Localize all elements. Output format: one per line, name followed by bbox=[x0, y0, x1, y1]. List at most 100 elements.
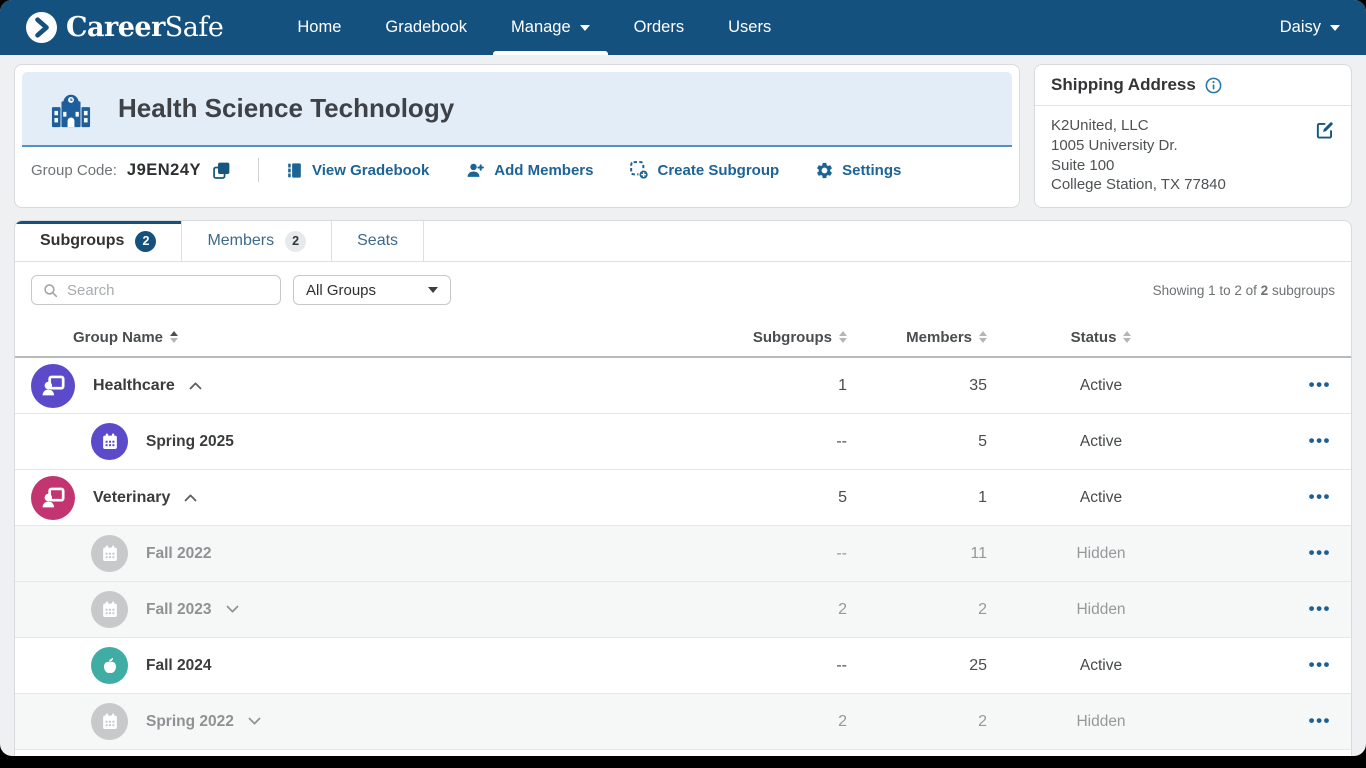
sort-icon bbox=[979, 331, 987, 344]
shipping-body: K2United, LLC 1005 University Dr. Suite … bbox=[1035, 106, 1351, 207]
caret-down-icon bbox=[1330, 25, 1340, 31]
chevron-icon[interactable] bbox=[185, 494, 198, 507]
row-actions-button[interactable]: ••• bbox=[1309, 600, 1331, 617]
search-input[interactable] bbox=[67, 282, 270, 299]
row-actions-button[interactable]: ••• bbox=[1309, 712, 1331, 729]
nav-item-gradebook[interactable]: Gradebook bbox=[363, 0, 489, 55]
tab-members[interactable]: Members 2 bbox=[182, 221, 332, 261]
group-name-cell: Fall 2023 bbox=[15, 591, 741, 628]
person-chalkboard-icon bbox=[40, 484, 67, 511]
divider bbox=[258, 158, 259, 182]
members-count-badge: 2 bbox=[285, 231, 306, 252]
cell-subgroups: 5 bbox=[838, 489, 861, 507]
nav-item-home[interactable]: Home bbox=[275, 0, 363, 55]
group-name-cell: Fall 2024 bbox=[15, 647, 741, 684]
school-building-icon bbox=[48, 89, 94, 129]
column-header-members[interactable]: Members bbox=[861, 329, 1001, 346]
cell-members: 2 bbox=[978, 713, 1001, 731]
row-type-icon bbox=[91, 535, 128, 572]
shipping-title: Shipping Address bbox=[1051, 75, 1196, 95]
subgroups-panel: Subgroups 2 Members 2 Seats bbox=[14, 220, 1352, 756]
row-actions-button[interactable]: ••• bbox=[1309, 656, 1331, 673]
create-subgroup-icon bbox=[629, 160, 649, 180]
tab-seats[interactable]: Seats bbox=[332, 221, 424, 261]
nav-item-orders[interactable]: Orders bbox=[612, 0, 706, 55]
edit-address-button[interactable] bbox=[1314, 120, 1335, 141]
user-menu[interactable]: Daisy bbox=[1280, 18, 1340, 37]
group-code-label: Group Code: bbox=[31, 162, 117, 179]
table-toolbar: All Groups Showing 1 to 2 of 2 subgroups bbox=[15, 262, 1351, 318]
column-header-group-name[interactable]: Group Name bbox=[15, 329, 741, 346]
cell-members: 2 bbox=[978, 601, 1001, 619]
logo-chevron-icon bbox=[26, 12, 57, 43]
table-row: Spring 2022 2 2 Hidden ••• bbox=[15, 694, 1351, 750]
group-header-card: Health Science Technology Group Code: J9… bbox=[14, 64, 1020, 208]
careersafe-logo[interactable]: CareerSafe bbox=[26, 12, 223, 43]
calendar-icon bbox=[99, 431, 121, 453]
sort-icon bbox=[1123, 331, 1131, 344]
row-type-icon bbox=[91, 423, 128, 460]
row-actions-button[interactable]: ••• bbox=[1309, 376, 1331, 393]
cell-status: Active bbox=[1080, 377, 1122, 395]
row-name: Healthcare bbox=[93, 377, 175, 395]
row-actions-button[interactable]: ••• bbox=[1309, 488, 1331, 505]
cell-subgroups: 2 bbox=[838, 713, 861, 731]
cell-members: 25 bbox=[969, 657, 1001, 675]
group-banner: Health Science Technology bbox=[22, 72, 1012, 147]
filter-selected-value: All Groups bbox=[306, 282, 376, 299]
calendar-icon bbox=[99, 711, 121, 733]
row-type-icon bbox=[91, 647, 128, 684]
caret-down-icon bbox=[428, 287, 438, 293]
results-count: Showing 1 to 2 of 2 subgroups bbox=[1153, 283, 1335, 298]
cell-subgroups: -- bbox=[836, 657, 861, 675]
cell-status: Hidden bbox=[1076, 545, 1125, 563]
chevron-icon[interactable] bbox=[248, 712, 261, 725]
group-name-cell: Spring 2025 bbox=[15, 423, 741, 460]
subgroups-table-body: Healthcare 1 35 Active ••• Spring 2025 -… bbox=[15, 358, 1351, 756]
shipping-address-card: Shipping Address K2United, LLC 1005 Univ… bbox=[1034, 64, 1352, 208]
chevron-icon[interactable] bbox=[189, 382, 202, 395]
cell-status: Active bbox=[1080, 657, 1122, 675]
cell-status: Hidden bbox=[1076, 601, 1125, 619]
calendar-icon bbox=[99, 599, 121, 621]
group-code-value: J9EN24Y bbox=[127, 161, 201, 180]
row-name: Fall 2023 bbox=[146, 601, 212, 619]
settings-link[interactable]: Settings bbox=[815, 161, 901, 180]
table-header-row: Group Name Subgroups Members Status bbox=[15, 318, 1351, 358]
group-name-cell: Healthcare bbox=[15, 364, 741, 408]
group-name-cell: Fall 2022 bbox=[15, 535, 741, 572]
create-subgroup-link[interactable]: Create Subgroup bbox=[629, 160, 779, 180]
address-line: K2United, LLC bbox=[1051, 116, 1335, 136]
caret-down-icon bbox=[580, 25, 590, 31]
cell-subgroups: 2 bbox=[838, 601, 861, 619]
chevron-icon[interactable] bbox=[226, 600, 239, 613]
group-actions-bar: Group Code: J9EN24Y bbox=[15, 147, 1019, 193]
table-row: Fall 2022 -- 11 Hidden ••• bbox=[15, 526, 1351, 582]
row-name: Fall 2022 bbox=[146, 545, 212, 563]
address-line: Suite 100 bbox=[1051, 156, 1335, 176]
nav-item-users[interactable]: Users bbox=[706, 0, 793, 55]
page-title: Health Science Technology bbox=[118, 93, 454, 124]
column-header-status[interactable]: Status bbox=[1001, 329, 1201, 346]
column-header-subgroups[interactable]: Subgroups bbox=[741, 329, 861, 346]
address-line: College Station, TX 77840 bbox=[1051, 175, 1335, 195]
nav-item-manage[interactable]: Manage bbox=[489, 0, 612, 55]
sort-icon bbox=[170, 331, 178, 344]
add-members-link[interactable]: Add Members bbox=[465, 161, 593, 180]
add-person-icon bbox=[465, 161, 486, 180]
info-icon[interactable] bbox=[1204, 76, 1223, 95]
row-actions-button[interactable]: ••• bbox=[1309, 432, 1331, 449]
copy-group-code-button[interactable] bbox=[211, 160, 232, 181]
cell-members: 1 bbox=[978, 489, 1001, 507]
tab-subgroups[interactable]: Subgroups 2 bbox=[15, 221, 182, 261]
table-row: Spring 2025 -- 5 Active ••• bbox=[15, 414, 1351, 470]
edit-pencil-icon bbox=[1314, 120, 1335, 141]
row-name: Veterinary bbox=[93, 489, 170, 507]
gradebook-icon bbox=[285, 161, 304, 180]
group-name-cell: Spring 2022 bbox=[15, 703, 741, 740]
row-actions-button[interactable]: ••• bbox=[1309, 544, 1331, 561]
view-gradebook-link[interactable]: View Gradebook bbox=[285, 161, 429, 180]
group-filter-select[interactable]: All Groups bbox=[293, 275, 451, 305]
sort-icon bbox=[839, 331, 847, 344]
cell-members: 11 bbox=[970, 545, 1001, 563]
